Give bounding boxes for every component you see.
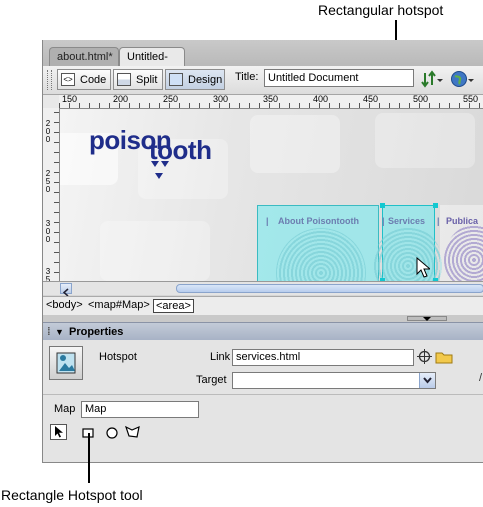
title-label: Title: [235, 71, 259, 83]
fingerprint-image [373, 226, 443, 281]
tag-map[interactable]: <map#Map> [88, 299, 150, 311]
target-label: Target [196, 374, 227, 386]
ruler-tick: 400 [313, 95, 329, 104]
horizontal-scrollbar[interactable] [43, 281, 483, 297]
hotspot-type-icon [49, 346, 83, 380]
ruler-origin[interactable] [43, 95, 60, 109]
nav-about-poisontooth: About Poisontooth [278, 216, 359, 226]
hotspot-resize-handle[interactable] [380, 203, 385, 208]
nav-publica: Publica [446, 216, 479, 226]
panel-grip[interactable]: ⁞ [47, 323, 51, 341]
split-view-label: Split [136, 74, 158, 86]
document-tab-bar: about.html* Untitled-2* [43, 40, 483, 82]
horizontal-ruler: 150 200 250 300 350 400 450 500 550 [59, 95, 483, 109]
preview-in-browser-icon[interactable] [450, 70, 474, 89]
pointer-hotspot-tool[interactable] [50, 424, 67, 440]
ruler-tick: 250 [163, 95, 179, 104]
tag-body[interactable]: <body> [46, 299, 83, 311]
logo-fang-icon [151, 161, 169, 179]
properties-panel-header[interactable]: ⁞ ▼ Properties [43, 322, 483, 341]
properties-title: Properties [69, 326, 124, 338]
collapse-triangle-icon[interactable]: ▼ [55, 323, 64, 341]
panel-splitter[interactable] [43, 315, 483, 322]
tab-untitled-2[interactable]: Untitled-2* [119, 47, 185, 82]
nav-divider: | [382, 216, 385, 226]
code-view-icon: <> [61, 73, 75, 86]
scroll-left-button[interactable] [60, 283, 72, 297]
browse-folder-icon[interactable] [435, 350, 453, 364]
nav-divider: | [437, 216, 440, 226]
map-name-input[interactable]: Map [81, 401, 199, 418]
map-label: Map [54, 403, 76, 415]
splitter-grip[interactable] [407, 316, 447, 321]
polygon-hotspot-tool[interactable] [124, 425, 140, 439]
tag-area[interactable]: <area> [153, 299, 194, 313]
fingerprint-image [444, 225, 483, 281]
ruler-tick: 250 [45, 169, 51, 194]
design-view-icon [169, 73, 183, 86]
background-key-shape [250, 115, 340, 173]
ruler-tick: 150 [62, 95, 78, 104]
vertical-ruler: 200 250 300 350 [43, 108, 60, 293]
split-view-icon [117, 73, 131, 86]
circle-hotspot-tool[interactable] [105, 426, 119, 440]
rectangle-hotspot-tool-callout: Rectangle Hotspot tool [1, 487, 143, 503]
ruler-tick: 200 [113, 95, 129, 104]
hotspot-resize-handle[interactable] [433, 203, 438, 208]
target-dropdown-button[interactable] [419, 373, 435, 388]
code-view-label: Code [80, 74, 107, 86]
background-key-shape [100, 221, 210, 281]
file-management-icon[interactable] [421, 70, 443, 89]
mouse-pointer-icon [416, 257, 430, 278]
properties-panel: Hotspot Link services.html Target / Map … [43, 340, 483, 462]
ruler-tick: 200 [45, 119, 51, 144]
nav-services: Services [388, 216, 426, 226]
split-view-button[interactable]: Split [113, 69, 163, 90]
document-toolbar: <> Code Split Design Title: Untitled Doc… [43, 66, 483, 95]
ruler-tick: 300 [45, 219, 51, 244]
panel-divider [43, 394, 483, 395]
ruler-tick: 300 [213, 95, 229, 104]
ruler-tick: 500 [413, 95, 429, 104]
tag-selector: <body> <map#Map> <area> [43, 296, 483, 316]
link-label: Link [210, 351, 231, 363]
design-canvas[interactable]: poison tooth | About Poisontooth | Servi… [60, 109, 483, 281]
element-type-label: Hotspot [99, 351, 137, 363]
tab-about-html[interactable]: about.html* [49, 47, 119, 66]
rectangular-hotspot-callout: Rectangular hotspot [318, 2, 444, 18]
document-window: about.html* Untitled-2* <> Code Split De… [42, 40, 483, 463]
target-select[interactable] [232, 372, 436, 389]
background-key-shape [375, 113, 475, 168]
code-view-button[interactable]: <> Code [57, 69, 111, 90]
fingerprint-image [276, 228, 366, 281]
panel-edge-mark: / [479, 372, 483, 384]
ruler-tick: 550 [463, 95, 479, 104]
design-view-label: Design [188, 74, 223, 86]
point-to-file-icon[interactable] [417, 349, 432, 364]
design-view-button[interactable]: Design [165, 69, 225, 90]
rectangle-hotspot-tool-leader-line [88, 433, 90, 483]
scrollbar-thumb[interactable] [176, 284, 483, 293]
ruler-tick: 450 [363, 95, 379, 104]
ruler-tick: 350 [263, 95, 279, 104]
toolbar-grip[interactable] [47, 70, 52, 90]
document-title-input[interactable]: Untitled Document [264, 69, 414, 87]
link-input[interactable]: services.html [232, 349, 414, 366]
nav-divider: | [266, 216, 269, 226]
